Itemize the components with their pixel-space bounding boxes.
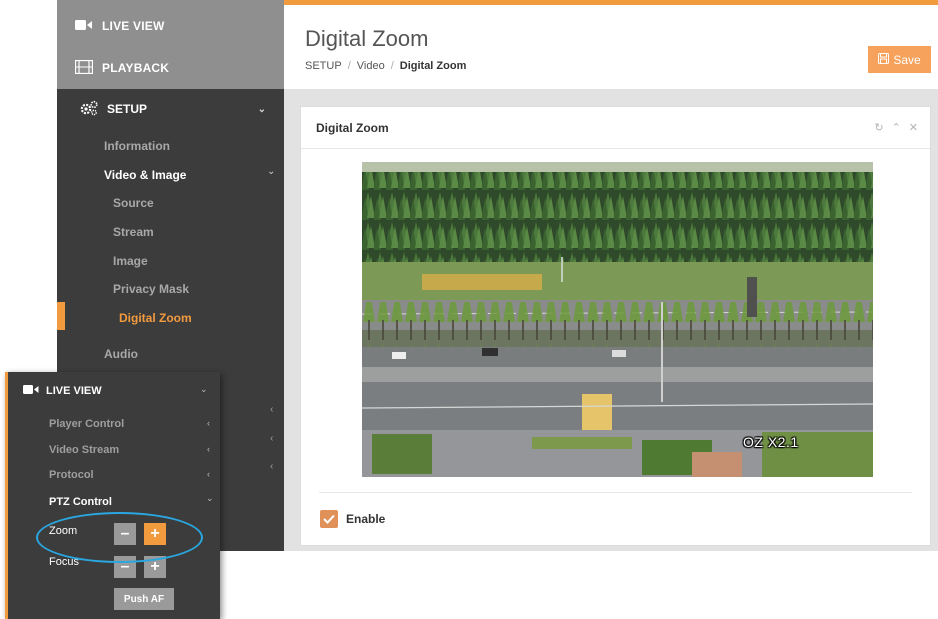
nav-setup-label: SETUP: [107, 102, 148, 116]
chevron-down-icon: ⌄: [200, 384, 208, 394]
sidebar-item-stream[interactable]: Stream: [113, 225, 154, 239]
nav-live-view-label: LIVE VIEW: [102, 19, 165, 33]
chevron-left-icon: ‹: [270, 404, 274, 415]
sidebar-top-section: LIVE VIEW PLAYBACK: [57, 0, 284, 89]
inset-live-view-label: LIVE VIEW: [46, 385, 102, 397]
sidebar-item-information[interactable]: Information: [104, 139, 170, 153]
collapse-icon[interactable]: ⌃: [892, 121, 901, 134]
highlight-ellipse: [36, 512, 203, 563]
floppy-disk-icon: [878, 52, 890, 67]
chevron-left-icon: ‹: [207, 469, 210, 479]
breadcrumb: SETUP / Video / Digital Zoom: [305, 60, 467, 72]
video-frame-image: [362, 162, 873, 477]
save-button[interactable]: Save: [868, 46, 931, 73]
breadcrumb-current: Digital Zoom: [399, 60, 467, 72]
nav-setup[interactable]: SETUP ⌄: [57, 89, 284, 129]
app-root: LIVE VIEW PLAYBACK SETUP ⌄ Information V…: [0, 0, 938, 619]
sidebar-item-digital-zoom[interactable]: Digital Zoom: [119, 311, 192, 325]
video-preview: OZ X2.1: [362, 162, 873, 477]
sidebar-item-video-image[interactable]: Video & Image: [104, 168, 186, 182]
nav-playback-label: PLAYBACK: [102, 61, 170, 75]
active-indicator: [57, 302, 65, 330]
enable-row: Enable: [320, 510, 385, 528]
chevron-left-icon: ‹: [207, 444, 210, 454]
push-af-button[interactable]: Push AF: [114, 588, 174, 610]
panel-tools: ↻ ⌃ ✕: [874, 121, 918, 134]
refresh-icon[interactable]: ↻: [874, 121, 883, 134]
sidebar-item-audio[interactable]: Audio: [104, 347, 138, 361]
nav-playback[interactable]: PLAYBACK: [74, 58, 170, 78]
inset-player-control[interactable]: Player Control: [49, 418, 124, 430]
video-camera-icon: [23, 384, 39, 398]
chevron-down-icon: ⌄: [257, 103, 266, 115]
inset-live-view[interactable]: LIVE VIEW: [23, 384, 102, 398]
enable-checkbox[interactable]: [320, 510, 338, 528]
panel-title: Digital Zoom: [316, 121, 389, 135]
divider: [319, 492, 912, 493]
gears-icon: [79, 100, 99, 119]
chevron-down-icon: ⌄: [206, 493, 214, 503]
inset-protocol[interactable]: Protocol: [49, 469, 94, 481]
breadcrumb-setup[interactable]: SETUP: [305, 60, 342, 72]
sidebar-item-privacy-mask[interactable]: Privacy Mask: [113, 282, 189, 296]
nav-live-view[interactable]: LIVE VIEW: [75, 16, 164, 36]
checkmark-icon: [323, 514, 335, 524]
zoom-level-overlay: OZ X2.1: [743, 434, 799, 450]
ptz-inset-panel: LIVE VIEW ⌄ Player Control ‹ Video Strea…: [5, 372, 220, 619]
panel-header: Digital Zoom ↻ ⌃ ✕: [301, 107, 930, 149]
chevron-left-icon: ‹: [270, 433, 274, 444]
film-icon: [74, 59, 94, 77]
accent-top-border: [284, 0, 938, 5]
inset-ptz-control[interactable]: PTZ Control: [49, 496, 112, 508]
save-button-label: Save: [893, 52, 921, 67]
enable-label: Enable: [346, 512, 386, 526]
close-icon[interactable]: ✕: [909, 121, 918, 134]
chevron-left-icon: ‹: [207, 418, 210, 428]
sidebar-item-source[interactable]: Source: [113, 196, 154, 210]
video-camera-icon: [75, 19, 93, 34]
inset-video-stream[interactable]: Video Stream: [49, 444, 119, 456]
page-title: Digital Zoom: [305, 26, 429, 51]
chevron-left-icon: ‹: [270, 461, 274, 472]
breadcrumb-video[interactable]: Video: [357, 60, 385, 72]
sidebar-item-image[interactable]: Image: [113, 254, 148, 268]
